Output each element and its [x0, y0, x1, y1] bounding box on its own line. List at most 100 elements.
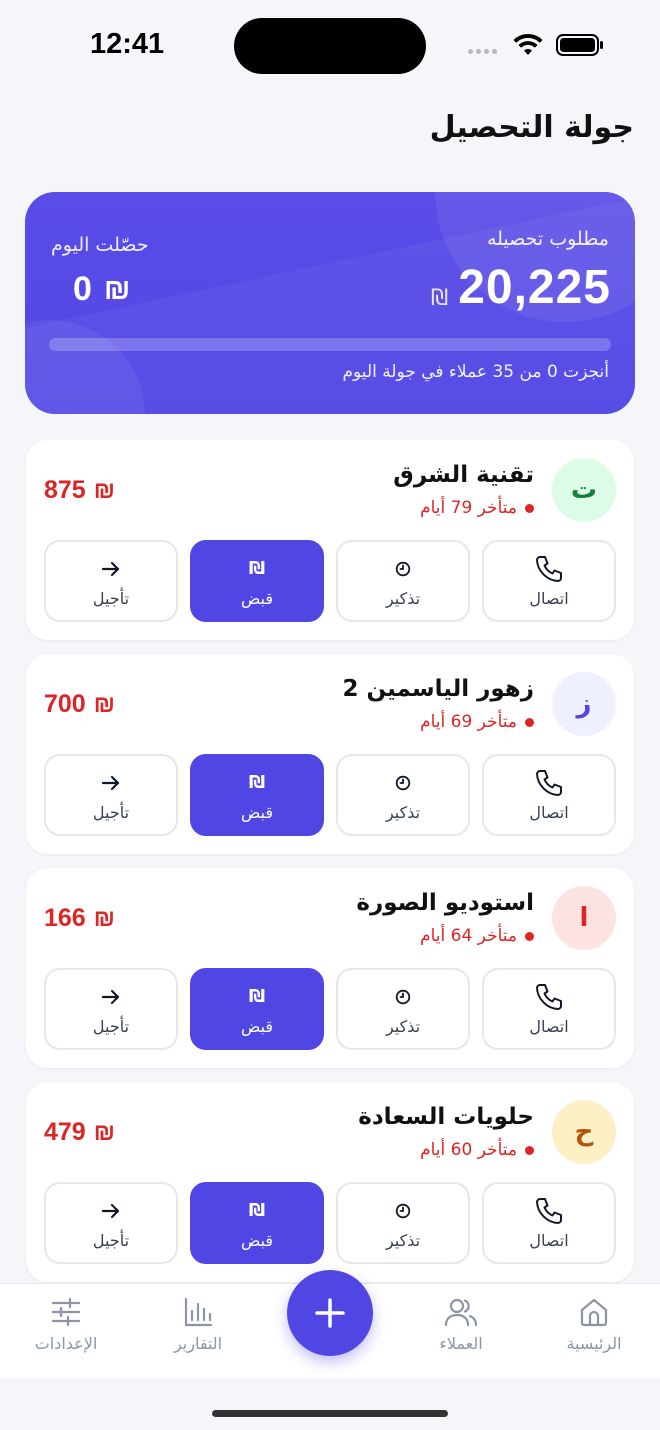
status-dot-icon [525, 1145, 534, 1155]
collect-label: قبض [240, 588, 274, 608]
phone-icon [536, 983, 562, 1010]
remind-button[interactable]: تذكير [336, 754, 470, 836]
remind-label: تذكير [385, 1016, 421, 1036]
collect-label: قبض [240, 802, 274, 822]
card-actions: اتصال تذكير ₪ قبض تأجيل [44, 1182, 616, 1264]
overdue-text: متأخر 60 أيام [420, 1140, 517, 1160]
status-dot-icon [525, 503, 534, 513]
call-button[interactable]: اتصال [482, 540, 616, 622]
defer-label: تأجيل [92, 802, 130, 822]
call-button[interactable]: اتصال [482, 754, 616, 836]
remind-button[interactable]: تذكير [336, 968, 470, 1050]
remind-button[interactable]: تذكير [336, 540, 470, 622]
collect-button[interactable]: ₪ قبض [190, 1182, 324, 1264]
phone-icon [536, 1197, 562, 1224]
nav-home[interactable]: الرئيسية [534, 1296, 654, 1353]
call-label: اتصال [529, 1230, 569, 1250]
arrow-right-icon [101, 989, 120, 1004]
collect-button[interactable]: ₪ قبض [190, 968, 324, 1050]
sliders-icon [51, 1297, 81, 1327]
nav-home-label: الرئيسية [566, 1334, 622, 1353]
card-actions: اتصال تذكير ₪ قبض تأجيل [44, 968, 616, 1050]
remind-label: تذكير [385, 802, 421, 822]
collected-amount: 0 ₪ [73, 270, 130, 309]
home-indicator-area [0, 1378, 660, 1430]
overdue-text: متأخر 79 أيام [420, 498, 517, 518]
avatar: ز [552, 672, 616, 736]
amount-due: 166 ₪ [44, 904, 115, 933]
remind-button[interactable]: تذكير [336, 1182, 470, 1264]
battery-icon [556, 34, 603, 56]
customer-name: تقنية الشرق [393, 462, 534, 488]
overdue-status: متأخر 79 أيام [420, 498, 534, 518]
phone-icon [536, 769, 562, 796]
defer-button[interactable]: تأجيل [44, 540, 178, 622]
card-actions: اتصال تذكير ₪ قبض تأجيل [44, 754, 616, 836]
page-title: جولة التحصيل [429, 110, 634, 145]
add-button[interactable] [287, 1270, 373, 1356]
required-label: مطلوب تحصيله [486, 228, 609, 250]
nav-clients-label: العملاء [439, 1334, 483, 1353]
nav-reports-label: التقارير [173, 1334, 223, 1353]
amount-value: 479 [44, 1118, 86, 1146]
call-label: اتصال [529, 1016, 569, 1036]
arrow-right-icon [101, 1203, 120, 1218]
avatar: ا [552, 886, 616, 950]
amount-value: 875 [44, 476, 86, 504]
clock-icon [395, 1203, 411, 1218]
collect-button[interactable]: ₪ قبض [190, 540, 324, 622]
call-label: اتصال [529, 802, 569, 822]
shekel-icon: ₪ [93, 476, 115, 504]
collected-amount-value: 0 [73, 270, 92, 308]
customer-name: استوديو الصورة [356, 890, 534, 916]
card-actions: اتصال تذكير ₪ قبض تأجيل [44, 540, 616, 622]
remind-label: تذكير [385, 1230, 421, 1250]
customer-name: حلويات السعادة [358, 1104, 534, 1130]
overdue-status: متأخر 69 أيام [420, 712, 534, 732]
nav-settings[interactable]: الإعدادات [6, 1296, 126, 1353]
call-label: اتصال [529, 588, 569, 608]
customer-card[interactable]: ز زهور الياسمين 2 متأخر 69 أيام 700 ₪ اتصال تذ… [26, 654, 634, 854]
shekel-icon: ₪ [93, 690, 115, 718]
amount-due: 479 ₪ [44, 1118, 115, 1147]
defer-button[interactable]: تأجيل [44, 754, 178, 836]
overdue-text: متأخر 64 أيام [420, 926, 517, 946]
shekel-icon: ₪ [93, 904, 115, 932]
avatar: ح [552, 1100, 616, 1164]
status-dot-icon [525, 717, 534, 727]
status-time: 12:41 [90, 28, 165, 60]
users-icon [444, 1298, 478, 1327]
collect-label: قبض [240, 1230, 274, 1250]
defer-button[interactable]: تأجيل [44, 1182, 178, 1264]
remind-label: تذكير [385, 588, 421, 608]
collection-summary-card: مطلوب تحصيله ₪ 20,225 حصّلت اليوم 0 ₪ أن… [25, 192, 635, 414]
nav-reports[interactable]: التقارير [138, 1296, 258, 1353]
required-amount: ₪ 20,225 [431, 260, 611, 315]
defer-label: تأجيل [92, 1016, 130, 1036]
collected-label: حصّلت اليوم [51, 234, 149, 256]
shekel-icon: ₪ [93, 1118, 115, 1146]
cellular-signal-icon [468, 49, 497, 54]
bar-chart-icon [184, 1297, 213, 1327]
customer-card[interactable]: ا استوديو الصورة متأخر 64 أيام 166 ₪ اتصال تذك… [26, 868, 634, 1068]
amount-value: 166 [44, 904, 86, 932]
plus-icon [315, 1298, 345, 1328]
home-icon [580, 1298, 608, 1327]
customer-card[interactable]: ت تقنية الشرق متأخر 79 أيام 875 ₪ اتصال تذكير ₪… [26, 440, 634, 640]
defer-button[interactable]: تأجيل [44, 968, 178, 1050]
dynamic-island [234, 18, 426, 74]
avatar: ت [552, 458, 616, 522]
collect-button[interactable]: ₪ قبض [190, 754, 324, 836]
overdue-status: متأخر 60 أيام [420, 1140, 534, 1160]
overdue-status: متأخر 64 أيام [420, 926, 534, 946]
progress-text: أنجزت 0 من 35 عملاء في جولة اليوم [342, 362, 610, 382]
amount-due: 700 ₪ [44, 690, 115, 719]
call-button[interactable]: اتصال [482, 1182, 616, 1264]
shekel-icon: ₪ [103, 272, 131, 306]
home-indicator [212, 1410, 448, 1417]
arrow-right-icon [101, 561, 120, 576]
call-button[interactable]: اتصال [482, 968, 616, 1050]
nav-clients[interactable]: العملاء [401, 1296, 521, 1353]
customer-card[interactable]: ح حلويات السعادة متأخر 60 أيام 479 ₪ اتصال تذك… [26, 1082, 634, 1282]
shekel-icon: ₪ [248, 772, 266, 793]
